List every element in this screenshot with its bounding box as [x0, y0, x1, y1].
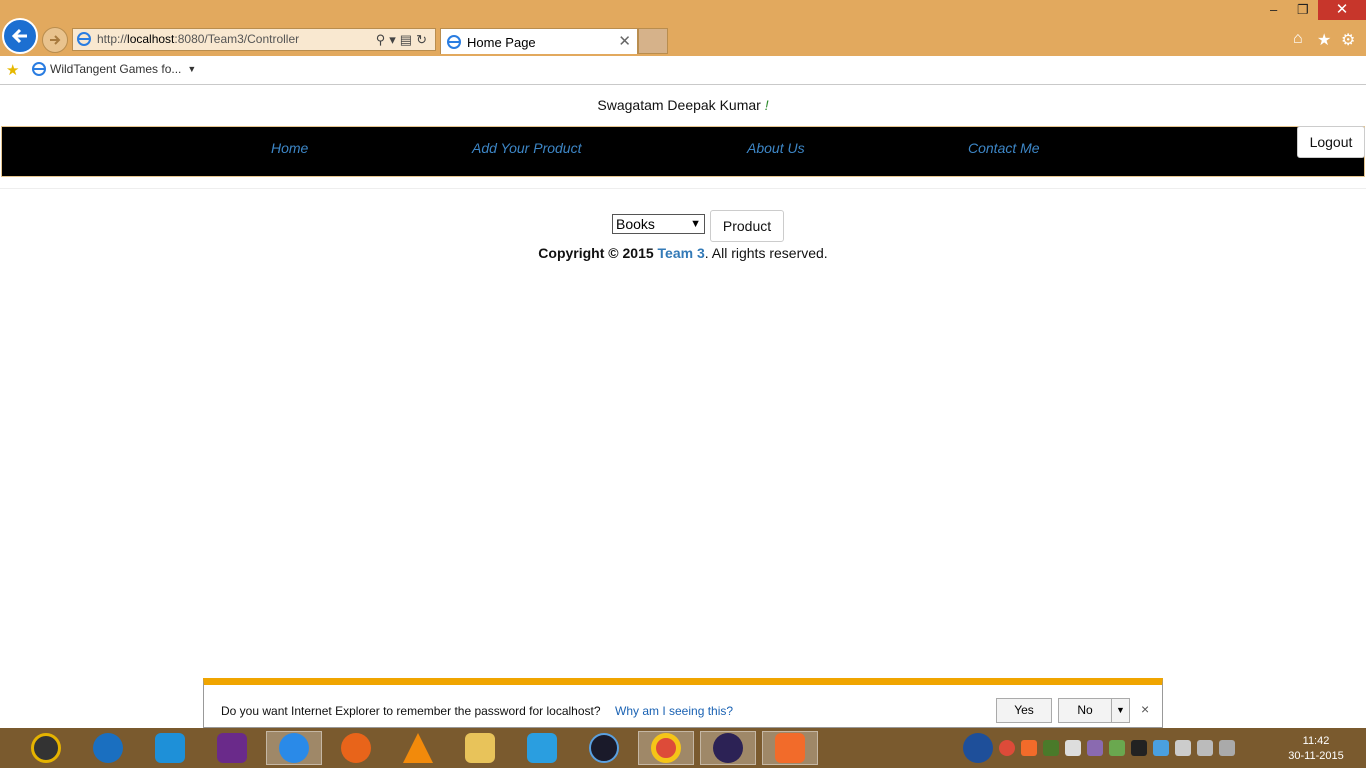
close-tab-icon[interactable]: ✕ — [618, 32, 631, 50]
nav-about-us[interactable]: About Us — [747, 140, 805, 156]
puzzle-icon[interactable] — [204, 731, 260, 765]
network-icon[interactable] — [1197, 740, 1213, 756]
clock-date: 30-11-2015 — [1288, 750, 1344, 762]
favorite-link-wildtangent[interactable]: WildTangent Games fo... ▼ — [32, 62, 196, 76]
no-button[interactable]: No — [1058, 698, 1112, 723]
new-tab-button[interactable] — [638, 28, 668, 54]
team-link[interactable]: Team 3 — [658, 245, 705, 261]
browser-toolbar: http://localhost:8080/Team3/Controller ⚲… — [0, 0, 1366, 56]
eye-icon[interactable] — [576, 731, 632, 765]
add-favorites-icon[interactable]: ★ — [6, 61, 19, 79]
tray-flag-icon[interactable] — [1109, 740, 1125, 756]
media-player-icon[interactable] — [18, 731, 74, 765]
video-icon[interactable] — [514, 731, 570, 765]
logout-button[interactable]: Logout — [1297, 126, 1365, 158]
system-tray — [960, 728, 1238, 768]
search-icon[interactable]: ⚲ — [376, 32, 390, 47]
tab-home-page[interactable]: Home Page ✕ — [440, 28, 638, 54]
no-options-dropdown[interactable]: ▼ — [1112, 698, 1130, 723]
volume-icon[interactable] — [1219, 740, 1235, 756]
dropdown-icon[interactable]: ▾ — [389, 32, 400, 47]
ie-tab-icon — [447, 35, 461, 49]
category-selected-value: Books — [616, 216, 655, 232]
copyright-suffix: . All rights reserved. — [704, 245, 828, 261]
password-notification-bar: Do you want Internet Explorer to remembe… — [203, 678, 1163, 728]
forward-button[interactable] — [42, 27, 68, 53]
rocket-icon[interactable] — [142, 731, 198, 765]
ie-page-icon — [77, 32, 91, 46]
refresh-icon[interactable]: ↻ — [416, 32, 431, 47]
firefox-icon[interactable] — [328, 731, 384, 765]
xampp-icon[interactable] — [762, 731, 818, 765]
settings-gear-icon[interactable]: ⚙ — [1341, 30, 1355, 50]
forward-arrow-icon — [50, 35, 61, 45]
tray-app-icon[interactable] — [1087, 740, 1103, 756]
back-arrow-icon — [11, 28, 27, 44]
clock[interactable]: 11:42 30-11-2015 — [1276, 734, 1356, 764]
back-button[interactable] — [2, 18, 38, 54]
copyright-prefix: Copyright © 2015 — [538, 245, 654, 261]
home-icon[interactable]: ⌂ — [1293, 30, 1303, 48]
minimize-icon[interactable]: – — [1270, 2, 1277, 17]
greeting-exclamation: ! — [764, 97, 769, 113]
user-name: Swagatam Deepak Kumar — [597, 97, 761, 113]
internet-explorer-icon[interactable] — [266, 731, 322, 765]
xampp-tray-icon[interactable] — [1021, 740, 1037, 756]
tab-title: Home Page — [467, 35, 536, 50]
divider — [0, 188, 1366, 189]
nav-home[interactable]: Home — [271, 140, 308, 156]
file-explorer-icon[interactable] — [452, 731, 508, 765]
vlc-icon[interactable] — [390, 731, 446, 765]
why-seeing-link[interactable]: Why am I seeing this? — [615, 704, 733, 718]
chrome-icon[interactable] — [638, 731, 694, 765]
main-navbar: Home Add Your Product About Us Contact M… — [1, 126, 1365, 177]
help-icon[interactable] — [963, 733, 993, 763]
tray-k-icon[interactable] — [1131, 740, 1147, 756]
hp-icon[interactable] — [80, 731, 136, 765]
nav-add-product[interactable]: Add Your Product — [472, 140, 581, 156]
acrobat-icon[interactable] — [1065, 740, 1081, 756]
favorites-bar: ★ WildTangent Games fo... ▼ — [0, 56, 1366, 85]
product-button[interactable]: Product — [710, 210, 784, 242]
address-bar[interactable]: http://localhost:8080/Team3/Controller ⚲… — [72, 28, 436, 51]
chevron-down-icon: ▼ — [690, 218, 701, 230]
eclipse-icon[interactable] — [700, 731, 756, 765]
maximize-icon[interactable]: ❐ — [1297, 2, 1309, 18]
chrome-tray-icon[interactable] — [999, 740, 1015, 756]
ie-favorite-icon — [32, 62, 46, 76]
nvidia-icon[interactable] — [1043, 740, 1059, 756]
favorites-star-icon[interactable]: ★ — [1317, 30, 1331, 50]
copyright: Copyright © 2015 Team 3. All rights rese… — [0, 245, 1366, 261]
battery-icon[interactable] — [1175, 740, 1191, 756]
password-question: Do you want Internet Explorer to remembe… — [221, 704, 601, 718]
nav-contact-me[interactable]: Contact Me — [968, 140, 1040, 156]
clock-time: 11:42 — [1302, 735, 1330, 747]
url-text: http://localhost:8080/Team3/Controller — [97, 32, 300, 46]
close-icon[interactable]: × — [1141, 701, 1149, 717]
chevron-down-icon[interactable]: ▼ — [187, 64, 196, 74]
address-actions[interactable]: ⚲▾▤↻ — [376, 29, 431, 50]
tray-snowflake-icon[interactable] — [1153, 740, 1169, 756]
favorite-label: WildTangent Games fo... — [50, 62, 182, 76]
close-window-icon[interactable]: ✕ — [1318, 0, 1366, 20]
category-select[interactable]: Books ▼ — [612, 214, 705, 234]
yes-button[interactable]: Yes — [996, 698, 1052, 723]
compat-view-icon[interactable]: ▤ — [400, 32, 416, 47]
greeting: Swagatam Deepak Kumar ! — [0, 97, 1366, 113]
